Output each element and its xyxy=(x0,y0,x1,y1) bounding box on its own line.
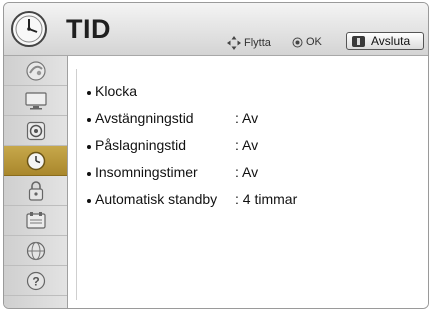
menu-item-label: Automatisk standby xyxy=(95,191,218,207)
menu-item-value: : Av xyxy=(235,164,259,180)
sidebar-item-picture[interactable] xyxy=(4,56,67,86)
clock-icon xyxy=(11,11,47,47)
help-icon: ? xyxy=(26,271,45,290)
menu-item-value: : Av xyxy=(235,137,259,153)
page-title: TID xyxy=(66,14,111,44)
menu-item-label: Insomningstimer xyxy=(95,164,198,180)
menu-item-label: Avstängningstid xyxy=(95,110,194,126)
lock-icon xyxy=(28,180,43,201)
settings-list: Klocka Avstängningstid : Av Påslagningst… xyxy=(76,69,420,300)
bullet-icon xyxy=(87,118,91,122)
sidebar-item-options[interactable] xyxy=(4,206,67,236)
navigation-arrows-icon xyxy=(227,36,241,50)
tv-menu-window: TID Flytta OK Avsluta ? Klocka Avstängni… xyxy=(3,2,429,309)
bullet-icon xyxy=(87,91,91,95)
menu-item-label: Klocka xyxy=(95,83,138,99)
bullet-icon xyxy=(87,145,91,149)
sidebar-item-audio[interactable] xyxy=(4,116,67,146)
sidebar-item-help[interactable]: ? xyxy=(4,266,67,296)
sidebar-item-screen[interactable] xyxy=(4,86,67,116)
exit-button[interactable]: Avsluta xyxy=(346,32,424,50)
menu-item-auto-standby[interactable]: Automatisk standby : 4 timmar xyxy=(87,189,297,209)
sidebar-item-lock[interactable] xyxy=(4,176,67,206)
options-icon xyxy=(25,211,46,229)
exit-button-label: Avsluta xyxy=(371,34,411,48)
bullet-icon xyxy=(87,199,91,203)
menu-header: TID Flytta OK Avsluta xyxy=(4,3,428,56)
sidebar-item-time[interactable] xyxy=(4,146,67,176)
network-icon xyxy=(26,241,45,260)
ok-hint-label: OK xyxy=(306,36,322,48)
settings-panel: Klocka Avstängningstid : Av Påslagningst… xyxy=(68,56,428,308)
bullet-icon xyxy=(87,172,91,176)
ok-button-icon xyxy=(292,37,303,47)
exit-key-icon xyxy=(352,35,365,47)
menu-item-label: Påslagningstid xyxy=(95,137,187,153)
audio-icon xyxy=(26,121,45,140)
menu-item-clock[interactable]: Klocka xyxy=(87,81,235,101)
menu-item-value: : Av xyxy=(235,110,259,126)
ok-hint: OK xyxy=(292,36,322,48)
sidebar-item-network[interactable] xyxy=(4,236,67,266)
menu-item-value: : 4 timmar xyxy=(235,191,298,207)
clock-icon xyxy=(26,151,45,170)
picture-icon xyxy=(25,60,46,81)
svg-text:?: ? xyxy=(32,274,39,288)
move-hint-label: Flytta xyxy=(244,37,271,49)
menu-item-sleep-timer[interactable]: Insomningstimer : Av xyxy=(87,162,258,182)
move-hint: Flytta xyxy=(227,36,271,50)
menu-item-off-time[interactable]: Avstängningstid : Av xyxy=(87,108,258,128)
screen-icon xyxy=(24,91,47,109)
category-sidebar: ? xyxy=(4,56,68,308)
menu-item-on-time[interactable]: Påslagningstid : Av xyxy=(87,135,258,155)
